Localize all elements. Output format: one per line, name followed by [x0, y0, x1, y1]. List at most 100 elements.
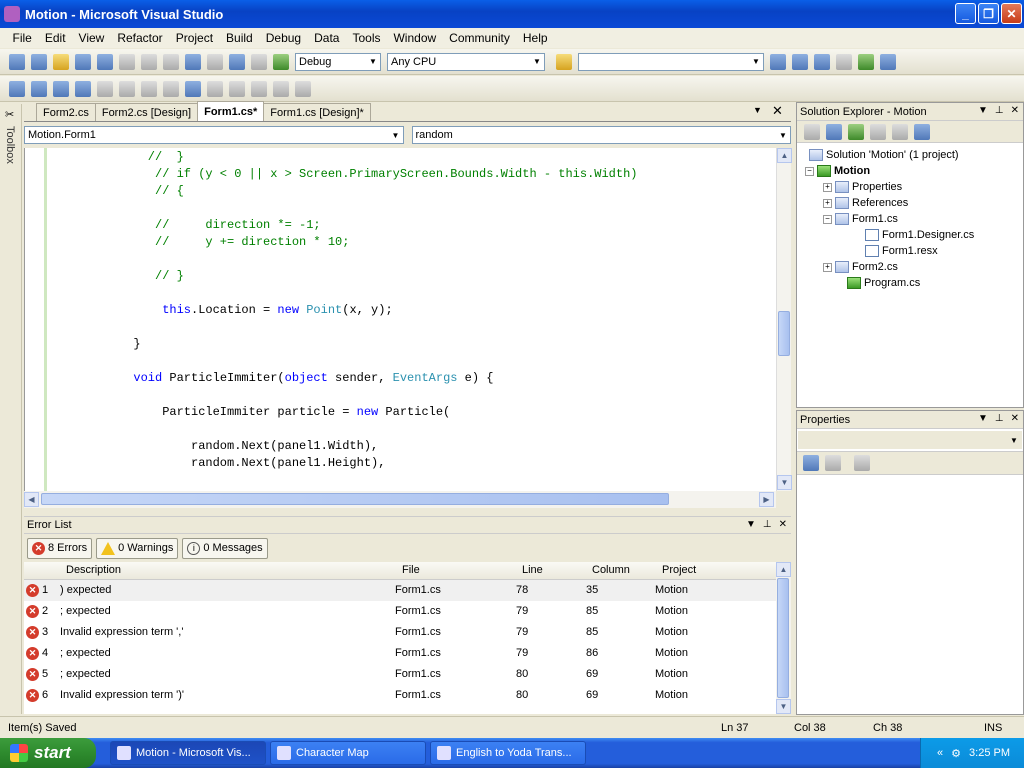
messages-filter-button[interactable]: i0 Messages: [182, 537, 268, 559]
scroll-right-icon[interactable]: ▶: [759, 492, 774, 507]
previous-bookmark-in-folder-icon[interactable]: [251, 80, 267, 97]
properties-window-icon[interactable]: [792, 53, 808, 70]
task-character-map[interactable]: Character Map: [270, 741, 426, 765]
column-line[interactable]: Line: [522, 564, 543, 576]
menu-tools[interactable]: Tools: [346, 31, 387, 45]
clear-bookmarks-icon[interactable]: [295, 80, 311, 97]
object-selector-combo[interactable]: ▼: [798, 431, 1022, 449]
menu-edit[interactable]: Edit: [38, 31, 72, 45]
parameter-info-icon[interactable]: [31, 80, 47, 97]
menu-build[interactable]: Build: [220, 31, 260, 45]
next-bookmark-in-folder-icon[interactable]: [273, 80, 289, 97]
refresh-icon[interactable]: [848, 123, 864, 140]
tree-program[interactable]: Program.cs: [847, 277, 920, 289]
uncomment-lines-icon[interactable]: [163, 80, 179, 97]
solution-explorer-icon[interactable]: [770, 53, 786, 70]
paste-icon[interactable]: [163, 53, 179, 70]
tray-app-icon[interactable]: ⚙: [951, 747, 961, 760]
scroll-thumb[interactable]: [777, 578, 789, 698]
navigate-forward-icon[interactable]: [251, 53, 267, 70]
window-position-icon[interactable]: ▼: [746, 519, 756, 530]
menu-project[interactable]: Project: [169, 31, 219, 45]
error-row[interactable]: ✕ 2 ; expected Form1.cs 79 85 Motion: [24, 601, 776, 622]
column-project[interactable]: Project: [662, 564, 696, 576]
toggle-bookmark-icon[interactable]: [185, 80, 201, 97]
member-combo[interactable]: random ▼: [411, 126, 791, 144]
navigate-back-icon[interactable]: [229, 53, 245, 70]
menu-data[interactable]: Data: [308, 31, 346, 45]
error-list-scrollbar[interactable]: ▲ ▼: [776, 562, 791, 714]
errors-filter-button[interactable]: ✕ 8 Errors: [27, 537, 93, 559]
menu-help[interactable]: Help: [516, 31, 554, 45]
error-row[interactable]: ✕ 6 Invalid expression term ')' Form1.cs 80 6…: [24, 685, 776, 706]
categorized-icon[interactable]: [803, 455, 819, 471]
copy-icon[interactable]: [141, 53, 157, 70]
tree-properties[interactable]: + Properties: [823, 181, 902, 193]
expand-icon[interactable]: +: [823, 262, 832, 272]
scroll-up-icon[interactable]: ▲: [776, 562, 791, 577]
redo-icon[interactable]: [207, 53, 223, 70]
tree-form2[interactable]: + Form2.cs: [823, 261, 898, 273]
column-column[interactable]: Column: [592, 564, 630, 576]
minimize-button[interactable]: _: [955, 3, 976, 24]
properties-icon[interactable]: [826, 123, 842, 140]
scroll-down-icon[interactable]: ▼: [776, 699, 791, 714]
toolbox-icon[interactable]: [836, 53, 852, 70]
menu-refactor[interactable]: Refactor: [111, 31, 169, 45]
tab-form1-cs[interactable]: Form1.cs*: [197, 101, 265, 121]
menu-community[interactable]: Community: [443, 31, 517, 45]
tab-form1-design[interactable]: Form1.cs [Design]*: [263, 103, 371, 121]
tree-form1-designer[interactable]: Form1.Designer.cs: [865, 229, 974, 241]
comment-lines-icon[interactable]: [141, 80, 157, 97]
close-button[interactable]: ✕: [1001, 3, 1022, 24]
tab-form2-design[interactable]: Form2.cs [Design]: [94, 103, 199, 121]
collapse-icon[interactable]: −: [805, 166, 814, 176]
close-icon[interactable]: ✕: [1011, 105, 1019, 116]
window-position-icon[interactable]: ▼: [978, 105, 988, 116]
find-combo[interactable]: ▼: [578, 52, 764, 71]
previous-bookmark-icon[interactable]: [207, 80, 223, 97]
decrease-indent-icon[interactable]: [97, 80, 113, 97]
tab-list-icon[interactable]: ▼: [753, 105, 762, 115]
command-window-icon[interactable]: [880, 53, 896, 70]
toolbox-strip[interactable]: ✂ Toolbox: [0, 104, 22, 714]
pin-icon[interactable]: ⊥: [995, 105, 1004, 116]
scroll-thumb[interactable]: [41, 493, 669, 505]
view-designer-icon[interactable]: [892, 123, 908, 140]
tree-references[interactable]: + References: [823, 197, 908, 209]
undo-icon[interactable]: [185, 53, 201, 70]
open-file-icon[interactable]: [53, 53, 69, 70]
close-document-icon[interactable]: ✕: [772, 103, 783, 119]
show-all-files-icon[interactable]: [804, 123, 820, 140]
solution-platform-combo[interactable]: Any CPU ▼: [387, 52, 545, 71]
column-description[interactable]: Description: [66, 564, 121, 576]
solution-configuration-combo[interactable]: Debug ▼: [295, 52, 381, 71]
next-bookmark-icon[interactable]: [229, 80, 245, 97]
scroll-up-icon[interactable]: ▲: [777, 148, 792, 163]
object-browser-icon[interactable]: [814, 53, 830, 70]
save-all-icon[interactable]: [97, 53, 113, 70]
close-icon[interactable]: ✕: [779, 519, 787, 530]
task-yoda-translator[interactable]: English to Yoda Trans...: [430, 741, 586, 765]
menu-window[interactable]: Window: [387, 31, 443, 45]
error-row[interactable]: ✕ 3 Invalid expression term ',' Form1.cs 79 8…: [24, 622, 776, 643]
expand-icon[interactable]: +: [823, 198, 832, 208]
collapse-icon[interactable]: −: [823, 214, 832, 224]
alphabetical-icon[interactable]: [825, 455, 841, 471]
editor-vertical-scrollbar[interactable]: ▲ ▼: [776, 148, 792, 491]
find-in-files-icon[interactable]: [556, 53, 572, 70]
pin-icon[interactable]: ⊥: [763, 519, 772, 530]
property-pages-icon[interactable]: [854, 455, 870, 471]
scroll-left-icon[interactable]: ◀: [24, 492, 39, 507]
tab-form2-cs[interactable]: Form2.cs: [36, 103, 96, 121]
column-file[interactable]: File: [402, 564, 420, 576]
expand-icon[interactable]: +: [823, 182, 832, 192]
error-row[interactable]: ✕ 4 ; expected Form1.cs 79 86 Motion: [24, 643, 776, 664]
editor-horizontal-scrollbar[interactable]: ◀ ▶: [24, 491, 776, 508]
task-visual-studio[interactable]: Motion - Microsoft Vis...: [110, 741, 266, 765]
warnings-filter-button[interactable]: 0 Warnings: [96, 537, 179, 559]
save-icon[interactable]: [75, 53, 91, 70]
tree-solution[interactable]: Solution 'Motion' (1 project): [809, 149, 959, 161]
increase-indent-icon[interactable]: [119, 80, 135, 97]
tree-form1-resx[interactable]: Form1.resx: [865, 245, 938, 257]
